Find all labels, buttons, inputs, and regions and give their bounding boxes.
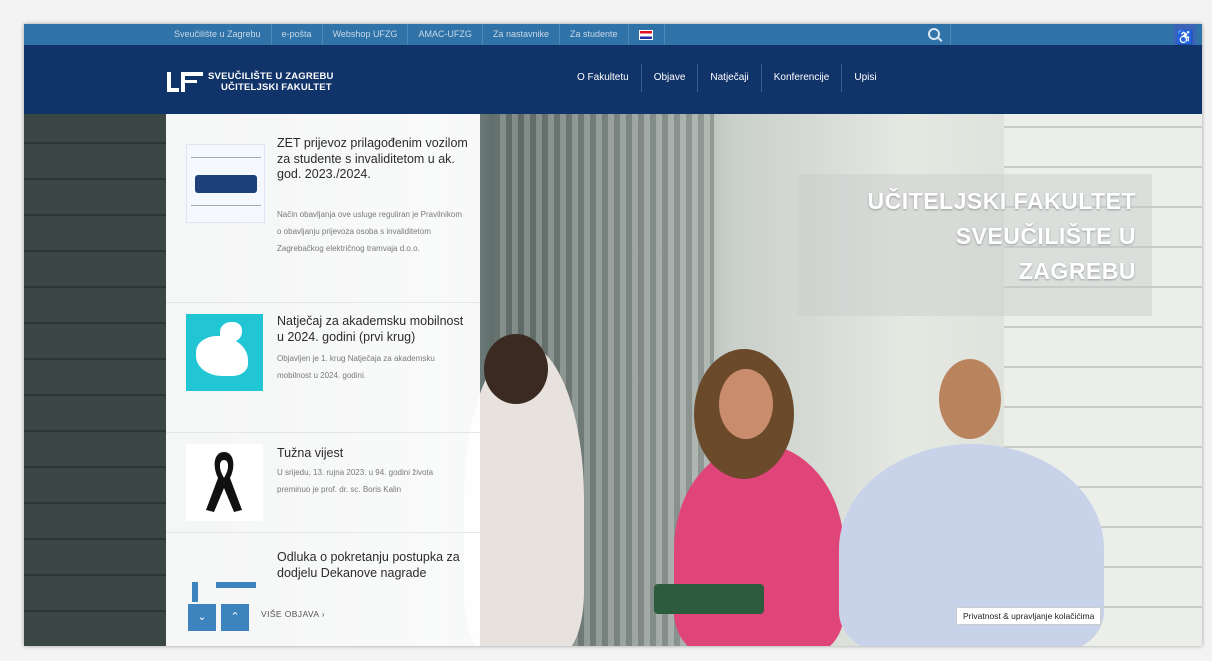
news-item-desc: Način obavljanja ove usluge reguliran je… bbox=[277, 210, 462, 253]
cookie-settings-button[interactable]: Privatnost & upravljanje kolačićima bbox=[956, 607, 1102, 625]
utility-link-university[interactable]: Sveučilište u Zagrebu bbox=[164, 24, 272, 45]
faculty-logo[interactable]: SVEUČILIŠTE U ZAGREBU UČITELJSKI FAKULTE… bbox=[167, 71, 334, 93]
utility-bar: Sveučilište u Zagrebu e-pošta Webshop UF… bbox=[24, 24, 1202, 45]
logo-text: SVEUČILIŠTE U ZAGREBU UČITELJSKI FAKULTE… bbox=[208, 71, 334, 93]
news-item-title[interactable]: Odluka o pokretanju postupka za dodjelu … bbox=[277, 550, 472, 581]
news-item-desc: Objavljen je 1. krug Natječaja za akadem… bbox=[277, 354, 435, 380]
nav-item-enrollment[interactable]: Upisi bbox=[841, 64, 888, 92]
news-item-title[interactable]: Natječaj za akademsku mobilnost u 2024. … bbox=[277, 314, 472, 345]
nav-item-news[interactable]: Objave bbox=[640, 64, 698, 92]
chevron-up-icon: ⌃ bbox=[230, 611, 240, 623]
hero-title-line1: UČITELJSKI FAKULTET bbox=[867, 188, 1136, 214]
news-item[interactable]: Tužna vijest U srijedu, 13. rujna 2023. … bbox=[166, 432, 480, 533]
more-news-link[interactable]: VIŠE OBJAVA › bbox=[261, 609, 325, 619]
main-nav: O Fakultetu Objave Natječaji Konferencij… bbox=[565, 64, 889, 92]
main-header: SVEUČILIŠTE U ZAGREBU UČITELJSKI FAKULTE… bbox=[24, 45, 1202, 114]
utility-link-teachers[interactable]: Za nastavnike bbox=[483, 24, 560, 45]
utility-link-students[interactable]: Za studente bbox=[560, 24, 629, 45]
news-panel: ZET prijevoz prilagođenim vozilom za stu… bbox=[166, 114, 480, 646]
scroll-down-button[interactable]: ⌄ bbox=[188, 604, 216, 631]
search-box[interactable] bbox=[664, 24, 951, 45]
nav-item-conferences[interactable]: Konferencije bbox=[760, 64, 842, 92]
accessibility-icon: ♿ bbox=[1176, 29, 1194, 45]
utility-link-webshop[interactable]: Webshop UFZG bbox=[323, 24, 409, 45]
logo-line1: SVEUČILIŠTE U ZAGREBU bbox=[208, 71, 334, 82]
scroll-up-button[interactable]: ⌃ bbox=[221, 604, 249, 631]
hero-title-line3: ZAGREBU bbox=[1018, 258, 1136, 284]
hero-title: UČITELJSKI FAKULTET SVEUČILIŠTE U ZAGREB… bbox=[798, 174, 1152, 316]
browser-frame: Sveučilište u Zagrebu e-pošta Webshop UF… bbox=[24, 24, 1202, 646]
logo-line2: UČITELJSKI FAKULTET bbox=[221, 82, 332, 93]
hero-title-line2: SVEUČILIŠTE U bbox=[955, 223, 1136, 249]
chevron-down-icon: ⌄ bbox=[197, 611, 207, 623]
news-item-title[interactable]: ZET prijevoz prilagođenim vozilom za stu… bbox=[277, 136, 472, 183]
mourning-ribbon-icon bbox=[186, 444, 263, 521]
faculty-logo-thumbnail-icon bbox=[186, 562, 263, 602]
tram-illustration-icon bbox=[186, 144, 265, 223]
utility-link-email[interactable]: e-pošta bbox=[272, 24, 323, 45]
nav-item-tenders[interactable]: Natječaji bbox=[697, 64, 760, 92]
news-item[interactable]: Natječaj za akademsku mobilnost u 2024. … bbox=[166, 302, 480, 433]
news-item-desc: U srijedu, 13. rujna 2023. u 94. godini … bbox=[277, 468, 434, 494]
europe-map-icon bbox=[186, 314, 263, 391]
news-item[interactable]: ZET prijevoz prilagođenim vozilom za stu… bbox=[166, 114, 480, 303]
language-flag-icon[interactable] bbox=[638, 30, 653, 40]
search-icon[interactable] bbox=[928, 28, 940, 40]
utility-link-amac[interactable]: AMAC-UFZG bbox=[408, 24, 483, 45]
logo-mark-icon bbox=[167, 72, 203, 92]
utility-links: Sveučilište u Zagrebu e-pošta Webshop UF… bbox=[164, 24, 663, 45]
nav-item-about[interactable]: O Fakultetu bbox=[565, 64, 641, 92]
news-item-title[interactable]: Tužna vijest bbox=[277, 446, 472, 462]
